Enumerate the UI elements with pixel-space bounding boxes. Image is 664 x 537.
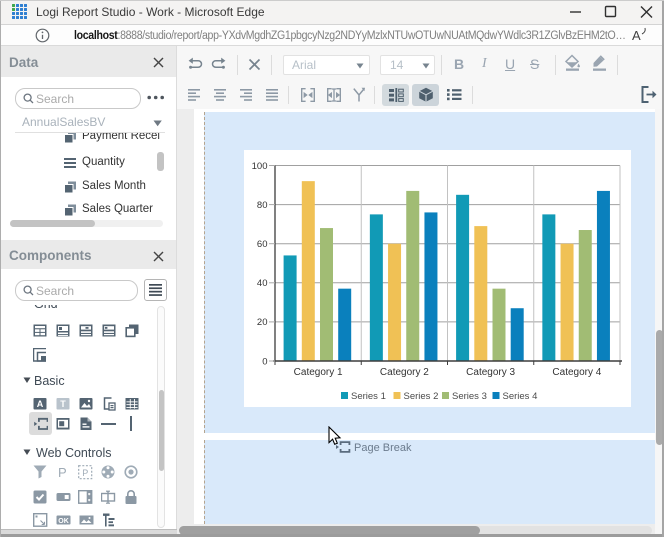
- svg-text:Series 3: Series 3: [452, 391, 487, 402]
- svg-text:60: 60: [257, 239, 268, 250]
- svg-text:P: P: [58, 465, 67, 480]
- svg-text:T: T: [60, 399, 66, 409]
- svg-text:Category 3: Category 3: [466, 367, 515, 378]
- svg-text:100: 100: [252, 161, 268, 172]
- svg-text:40: 40: [257, 278, 268, 289]
- svg-text:Category 4: Category 4: [552, 367, 601, 378]
- svg-text:Series 1: Series 1: [351, 391, 386, 402]
- svg-text:Series 2: Series 2: [404, 391, 439, 402]
- svg-text:Series 4: Series 4: [503, 391, 538, 402]
- svg-text:20: 20: [257, 317, 268, 328]
- svg-text:P: P: [82, 468, 88, 478]
- svg-text:Category 2: Category 2: [380, 367, 429, 378]
- svg-text:OK: OK: [58, 518, 69, 525]
- svg-text:80: 80: [257, 200, 268, 211]
- svg-text:A: A: [37, 399, 44, 409]
- svg-text:0: 0: [262, 356, 267, 367]
- svg-text:Category 1: Category 1: [294, 367, 343, 378]
